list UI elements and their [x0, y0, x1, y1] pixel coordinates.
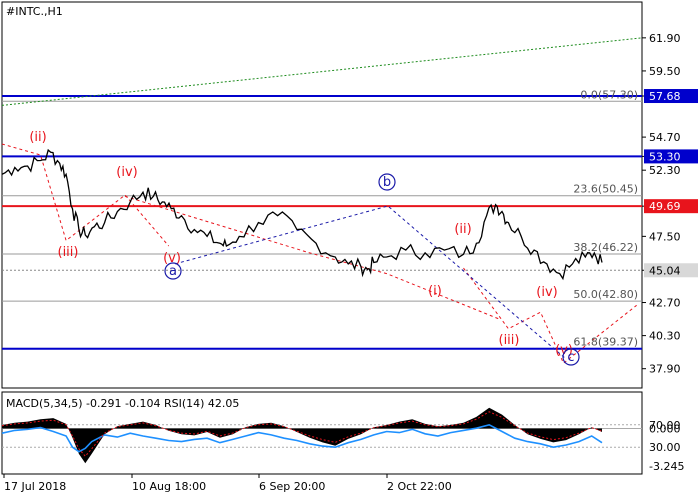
x-label-0: 17 Jul 2018 — [4, 480, 66, 493]
wave-label-c: c — [567, 350, 574, 365]
x-label-2: 6 Sep 20:00 — [259, 480, 325, 493]
y-label-57.68: 57.68 — [649, 90, 681, 103]
y-label-49.69: 49.69 — [649, 200, 681, 213]
y-label-54.70: 54.70 — [649, 131, 681, 144]
fib-label-23.6: 23.6(50.45) — [573, 183, 638, 196]
wave-label-ii_top: (ii) — [29, 130, 46, 145]
y-label-40.30: 40.30 — [649, 330, 681, 343]
wave-label-iv_top: (iv) — [116, 165, 137, 180]
y-label-47.50: 47.50 — [649, 230, 681, 243]
x-label-3: 2 Oct 22:00 — [387, 480, 452, 493]
y-label-52.30: 52.30 — [649, 164, 681, 177]
chart-root: #INTC.,H1 0.0(57.30) 23.6(50.45) 38.2(46.2… — [1, 1, 698, 493]
fib-label-38.2: 38.2(46.22) — [573, 241, 638, 254]
main-plot-frame — [1, 1, 643, 389]
wave-label-iii_proj: (iii) — [499, 333, 520, 348]
wave-label-ii_high: (ii) — [454, 222, 471, 237]
x-label-1: 10 Aug 18:00 — [132, 480, 206, 493]
y-label-59.50: 59.50 — [649, 65, 681, 78]
y-label-37.90: 37.90 — [649, 363, 681, 376]
indicator-y-label-1: 0.000 — [649, 422, 681, 435]
wave-label-iv_proj: (iv) — [536, 285, 557, 300]
wave-label-b: b — [383, 175, 391, 190]
fib-label-61.8: 61.8(39.37) — [573, 335, 638, 348]
indicator-y-label-2: 30.00 — [649, 441, 681, 454]
wave-label-i_low: (i) — [428, 284, 442, 299]
y-label-42.70: 42.70 — [649, 297, 681, 310]
indicator-y-label-3: -3.245 — [649, 460, 684, 473]
time-axis: 17 Jul 2018 10 Aug 18:00 6 Sep 20:00 2 Oct … — [3, 474, 452, 493]
wave-label-a: a — [169, 264, 177, 279]
indicator-title: MACD(5,34,5) -0.291 -0.104 RSI(14) 42.05 — [6, 397, 239, 410]
fib-label-50.0: 50.0(42.80) — [573, 288, 638, 301]
y-label-61.90: 61.90 — [649, 32, 681, 45]
price-axis: 37.90 40.30 42.70 45.04 47.50 49.69 52.3053.30… — [642, 32, 698, 376]
wave-label-iii_low: (iii) — [58, 245, 79, 260]
chart-title: #INTC.,H1 — [6, 5, 63, 18]
fib-label-0.0: 0.0(57.30) — [580, 88, 638, 101]
y-label-53.30: 53.30 — [649, 150, 681, 163]
y-label-45.04: 45.04 — [649, 264, 681, 277]
